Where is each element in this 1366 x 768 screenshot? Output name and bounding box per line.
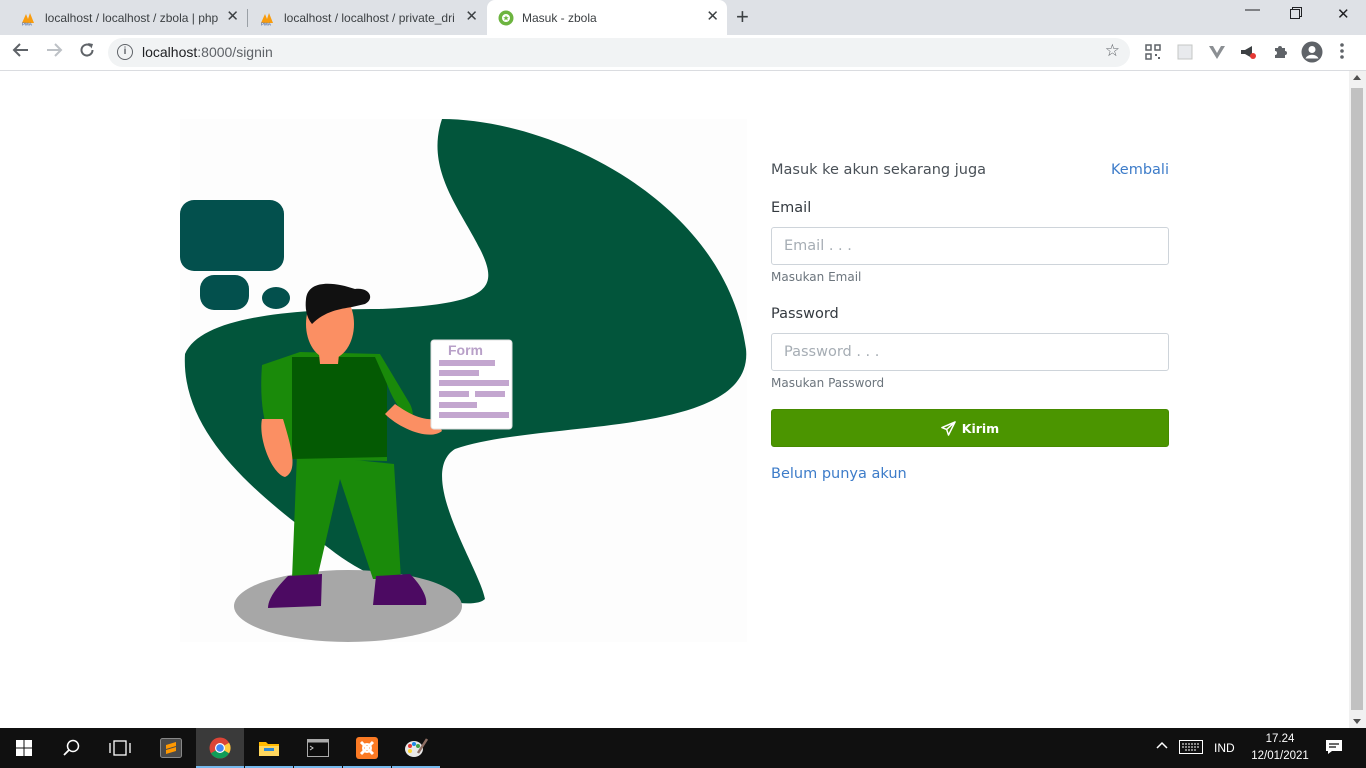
close-tab-icon[interactable]: ✕: [465, 9, 478, 25]
tab-title: localhost / localhost / zbola | php: [45, 10, 219, 25]
clock-date: 12/01/2021: [1251, 750, 1309, 762]
speech-bubble-small: [262, 287, 290, 309]
taskbar-sublime[interactable]: [147, 728, 195, 768]
signin-illustration: Form: [180, 119, 747, 642]
task-view-icon: [109, 740, 131, 756]
paint-icon: [405, 738, 428, 757]
url-text[interactable]: localhost:8000/signin: [142, 44, 273, 60]
form-card: Form: [430, 339, 513, 430]
svg-text:PMA: PMA: [22, 21, 33, 26]
new-tab-button[interactable]: +: [736, 5, 749, 29]
language-indicator[interactable]: IND: [1214, 741, 1235, 755]
keyboard-icon: [1179, 740, 1203, 754]
reload-icon: [80, 43, 94, 57]
email-input[interactable]: [771, 227, 1169, 265]
register-link[interactable]: Belum punya akun: [771, 466, 907, 482]
more-vert-icon: [1340, 43, 1344, 59]
scroll-up-arrow[interactable]: [1353, 75, 1361, 80]
reload-button[interactable]: [78, 41, 96, 64]
submit-button[interactable]: Kirim: [771, 409, 1169, 447]
speech-bubble-large: [180, 200, 284, 271]
start-button[interactable]: [0, 728, 48, 768]
tab-title: localhost / localhost / private_dri: [284, 10, 455, 25]
site-favicon: [498, 10, 514, 25]
back-link[interactable]: Kembali: [1111, 162, 1169, 178]
touch-keyboard-button[interactable]: [1179, 740, 1203, 757]
taskbar-xampp[interactable]: [343, 728, 391, 768]
restore-icon: [1290, 7, 1302, 19]
back-button[interactable]: [12, 41, 30, 64]
taskbar-chrome[interactable]: [196, 728, 244, 768]
megaphone-extension-icon[interactable]: [1240, 44, 1256, 60]
speech-bubble-medium: [200, 275, 249, 310]
browser-tab-active[interactable]: Masuk - zbola ✕: [487, 0, 727, 35]
file-explorer-icon: [259, 742, 279, 756]
url-path: :8000/signin: [197, 44, 273, 60]
browser-menu-button[interactable]: [1339, 42, 1345, 65]
scroll-thumb[interactable]: [1351, 88, 1363, 710]
arrow-left-icon: [12, 43, 28, 57]
close-tab-icon[interactable]: ✕: [226, 9, 239, 25]
show-hidden-icons-button[interactable]: [1156, 739, 1168, 754]
sublime-text-icon: [160, 738, 182, 758]
scroll-down-arrow[interactable]: [1353, 719, 1361, 724]
taskbar-terminal[interactable]: [294, 728, 342, 768]
email-help-text: Masukan Email: [771, 270, 862, 284]
taskbar-file-explorer[interactable]: [245, 728, 293, 768]
windows-taskbar: IND 17.24 12/01/2021: [0, 728, 1366, 768]
page-scrollbar[interactable]: [1349, 71, 1366, 728]
bookmark-star-icon[interactable]: ☆: [1105, 41, 1120, 61]
tab-title: Masuk - zbola: [522, 10, 597, 25]
puzzle-extensions-icon[interactable]: [1272, 44, 1288, 60]
svg-text:PMA: PMA: [261, 21, 272, 26]
password-input[interactable]: [771, 333, 1169, 371]
form-card-title: Form: [448, 342, 483, 358]
browser-tab-1[interactable]: PMA localhost / localhost / zbola | php …: [0, 0, 247, 35]
system-clock[interactable]: 17.24 12/01/2021: [1245, 731, 1315, 765]
chrome-icon: [209, 737, 231, 759]
terminal-icon: [307, 739, 329, 757]
paper-plane-icon: [940, 420, 956, 436]
qr-extension-icon[interactable]: [1145, 44, 1161, 60]
vue-devtools-icon[interactable]: [1209, 44, 1225, 60]
maximize-button[interactable]: [1290, 6, 1302, 19]
task-view-button[interactable]: [96, 728, 144, 768]
xampp-icon: [356, 737, 378, 759]
screenshot-extension-icon[interactable]: [1177, 44, 1193, 60]
submit-label: Kirim: [961, 420, 1000, 436]
phpmyadmin-icon: PMA: [261, 12, 273, 26]
profile-avatar-icon[interactable]: [1301, 41, 1323, 63]
arrow-right-icon: [47, 43, 63, 57]
action-center-button[interactable]: [1325, 739, 1343, 758]
search-icon: [63, 739, 80, 756]
taskbar-search-button[interactable]: [48, 728, 96, 768]
browser-tab-2[interactable]: PMA localhost / localhost / private_dri …: [239, 0, 486, 35]
close-window-button[interactable]: ✕: [1337, 5, 1350, 23]
url-host: localhost: [142, 44, 198, 60]
phpmyadmin-icon: PMA: [22, 12, 34, 26]
site-info-icon[interactable]: i: [117, 44, 133, 60]
browser-tab-strip: PMA localhost / localhost / zbola | php …: [0, 0, 1366, 35]
address-bar[interactable]: i localhost:8000/signin ☆: [108, 38, 1130, 67]
form-title: Masuk ke akun sekarang juga: [771, 162, 987, 178]
clock-time: 17.24: [1265, 733, 1295, 745]
taskbar-paint[interactable]: [392, 728, 440, 768]
windows-start-icon: [16, 740, 32, 756]
password-help-text: Masukan Password: [771, 376, 885, 390]
password-label: Password: [771, 306, 839, 322]
notification-icon: [1326, 740, 1342, 754]
email-label: Email: [771, 200, 812, 216]
minimize-button[interactable]: —: [1245, 1, 1260, 18]
browser-toolbar: i localhost:8000/signin ☆: [0, 35, 1366, 71]
forward-button[interactable]: [45, 41, 63, 64]
close-tab-icon[interactable]: ✕: [706, 9, 719, 25]
chevron-up-icon: [1156, 741, 1168, 749]
